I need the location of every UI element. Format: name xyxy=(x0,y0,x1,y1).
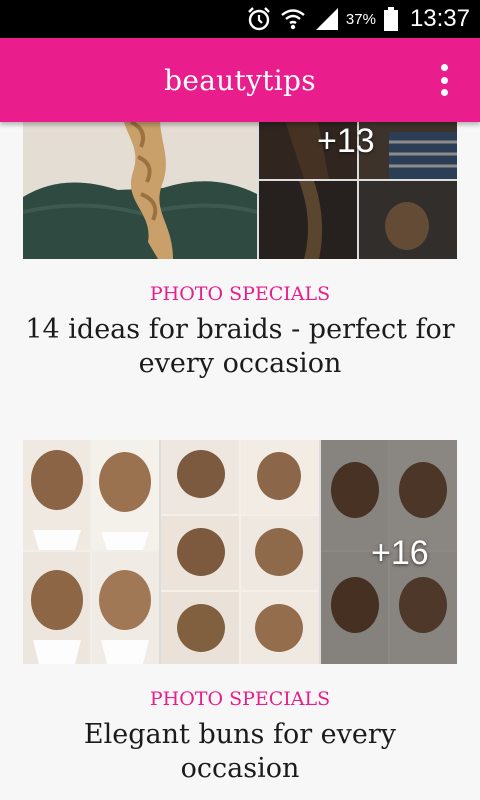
app-bar: beautytips xyxy=(0,38,480,122)
photo-count-badge: +16 xyxy=(371,534,429,572)
article-title[interactable]: Elegant buns for every occasion xyxy=(23,718,457,786)
status-bar: 37% 13:37 xyxy=(0,0,480,38)
article-photo-thumb xyxy=(259,181,357,259)
alarm-icon xyxy=(246,6,272,32)
article-card[interactable]: +13 PHOTO SPECIALS 14 ideas for braids -… xyxy=(23,122,457,381)
overflow-dot xyxy=(440,64,448,71)
article-photo xyxy=(23,122,257,259)
signal-icon xyxy=(314,8,338,30)
article-photo xyxy=(23,440,159,664)
clock: 13:37 xyxy=(409,5,470,32)
article-card[interactable]: +16 PHOTO SPECIALS Elegant buns for ever… xyxy=(23,440,457,786)
wifi-icon xyxy=(280,6,306,32)
article-image-collage[interactable]: +16 xyxy=(23,440,457,664)
article-image-collage[interactable]: +13 xyxy=(23,122,457,259)
article-photo xyxy=(161,440,319,664)
article-category[interactable]: PHOTO SPECIALS xyxy=(23,688,457,710)
overflow-dot xyxy=(440,76,448,84)
app-title: beautytips xyxy=(164,63,316,97)
article-title[interactable]: 14 ideas for braids - perfect for every … xyxy=(23,313,457,381)
photo-count-badge: +13 xyxy=(317,122,375,160)
overflow-dot xyxy=(440,89,448,96)
article-category[interactable]: PHOTO SPECIALS xyxy=(23,283,457,305)
battery-icon xyxy=(383,7,398,31)
article-feed[interactable]: +13 PHOTO SPECIALS 14 ideas for braids -… xyxy=(0,122,480,800)
overflow-menu-button[interactable] xyxy=(434,64,454,96)
article-photo-thumb xyxy=(359,181,457,259)
battery-percent: 37% xyxy=(345,10,376,28)
